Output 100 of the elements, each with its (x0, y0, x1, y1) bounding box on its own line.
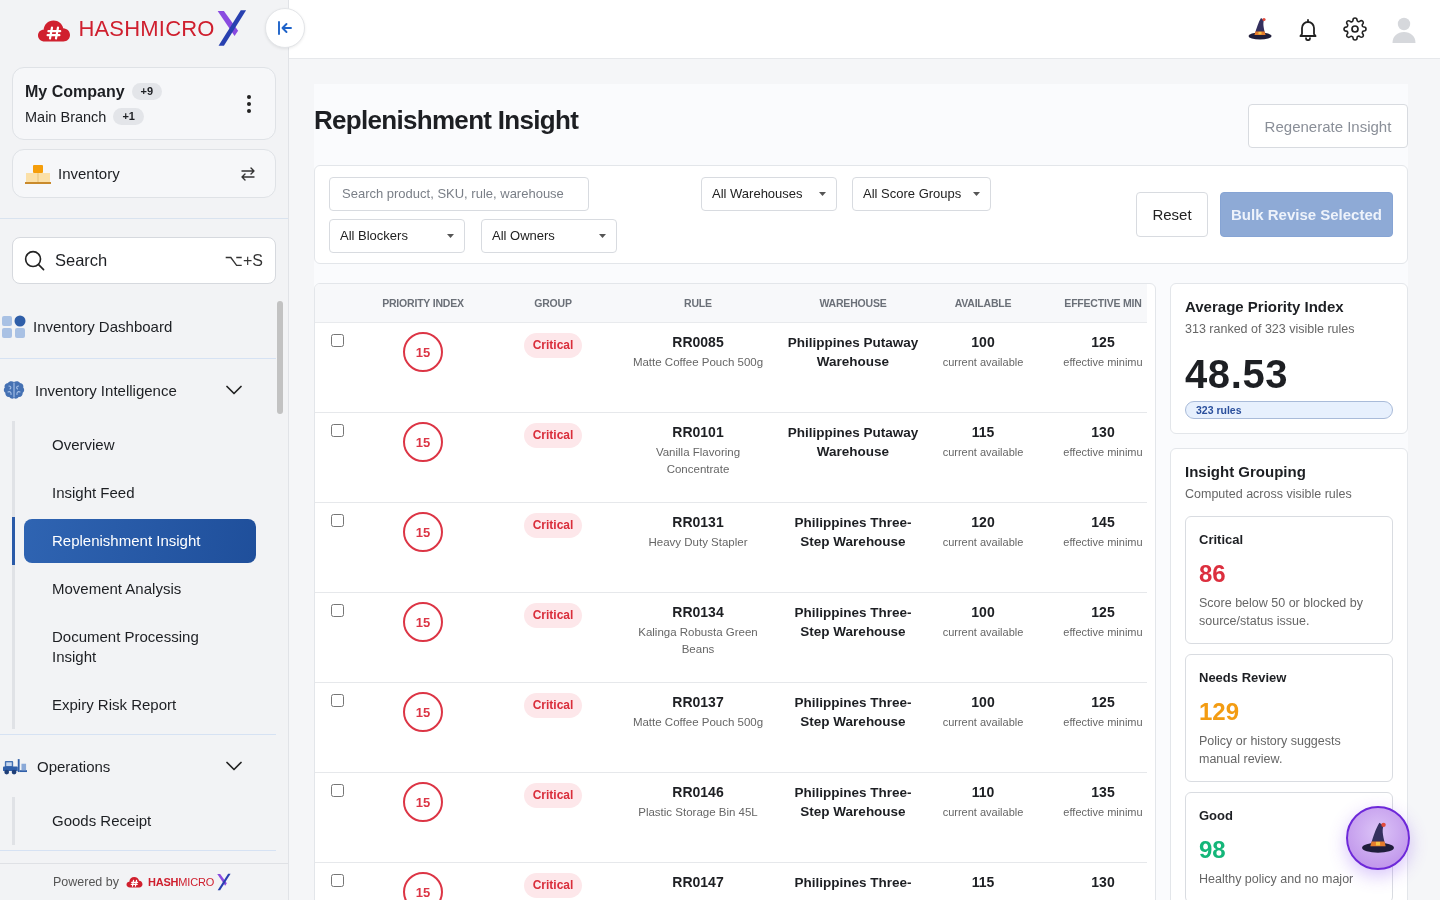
warehouse-name: Philippines Three-Step Warehouse (793, 513, 913, 551)
cloud-logo-icon (37, 18, 72, 42)
company-count-badge: +9 (131, 83, 163, 100)
settings-icon[interactable] (1343, 17, 1367, 41)
group-label: Good (1199, 807, 1233, 825)
quantity-caption: effective minimu (1063, 805, 1143, 820)
group-badge: Critical (523, 603, 583, 628)
chevron-down-icon (226, 761, 242, 771)
card-subtitle: 313 ranked of 323 visible rules (1185, 321, 1355, 338)
nav-subitem[interactable]: Movement Analysis (24, 567, 256, 611)
product-name: Matte Coffee Pouch 500g (632, 355, 764, 370)
wizard-hat-icon (1360, 820, 1396, 856)
product-name: Plastic Storage Bin 45L (638, 805, 758, 820)
x-logo-icon (216, 873, 232, 891)
nav-subitem[interactable]: Replenishment Insight (24, 519, 256, 563)
chevron-down-icon (226, 385, 242, 395)
boxes-icon (25, 163, 51, 184)
filter-dropdown[interactable]: All Score Groups (852, 176, 991, 211)
reset-button[interactable]: Reset (1136, 192, 1208, 237)
brand-name: HASHMICRO (148, 876, 215, 888)
available-quantity: 100 (971, 603, 995, 622)
nav-subitem[interactable]: Overview (24, 423, 256, 467)
column-header: RULE (684, 297, 712, 309)
column-header: GROUP (534, 297, 572, 309)
card-title: Insight Grouping (1185, 462, 1306, 482)
minimum-quantity: 125 (1091, 693, 1115, 712)
column-header: WAREHOUSE (819, 297, 887, 309)
group-badge: Critical (523, 693, 583, 718)
warehouse-name: Philippines Three-Step Warehouse (793, 603, 913, 641)
quantity-caption: effective minimu (1063, 355, 1143, 370)
quantity-caption: current available (942, 355, 1024, 370)
warehouse-name: Philippines Putaway Warehouse (786, 333, 920, 371)
quantity-caption: current available (942, 625, 1024, 640)
group-count: 129 (1199, 697, 1240, 727)
priority-score: 15 (403, 782, 443, 822)
product-name: Heavy Duty Stapler (648, 535, 748, 550)
column-header: EFFECTIVE MIN (1064, 297, 1142, 309)
caret-icon (819, 191, 826, 196)
cloud-logo-icon (126, 876, 143, 888)
collapse-icon (277, 20, 293, 36)
row-checkbox[interactable] (331, 784, 344, 797)
priority-score: 15 (403, 422, 443, 462)
column-header: AVAILABLE (954, 297, 1012, 309)
available-quantity: 100 (971, 693, 995, 712)
group-count: 98 (1199, 835, 1226, 865)
minimum-quantity: 130 (1091, 423, 1115, 442)
group-badge: Critical (523, 873, 583, 898)
quantity-caption: current available (942, 805, 1024, 820)
group-badge: Critical (523, 423, 583, 448)
rule-code: RR0134 (672, 603, 724, 622)
company-name: My Company (25, 81, 125, 102)
group-badge: Critical (523, 333, 583, 358)
quantity-caption: effective minimu (1063, 625, 1143, 640)
module-switcher[interactable]: Inventory (12, 149, 276, 198)
row-checkbox[interactable] (331, 694, 344, 707)
available-quantity: 110 (971, 783, 995, 802)
kebab-menu-icon[interactable] (247, 94, 251, 113)
minimum-quantity: 125 (1091, 333, 1115, 352)
quantity-caption: current available (942, 535, 1024, 550)
scrollbar-thumb[interactable] (277, 301, 283, 414)
row-checkbox[interactable] (331, 334, 344, 347)
search-field[interactable]: Search product, SKU, rule, warehouse (329, 176, 589, 211)
warehouse-name: Philippines Putaway Warehouse (786, 423, 920, 461)
nav-subitem[interactable]: Goods Receipt (24, 799, 256, 843)
product-name: Vanilla Flavoring Concentrate (654, 445, 742, 477)
average-priority-value: 48.53 (1185, 351, 1289, 398)
warehouse-name: Philippines Three- (794, 873, 912, 892)
row-checkbox[interactable] (331, 424, 344, 437)
nav-subitem[interactable]: Expiry Risk Report (24, 683, 256, 727)
row-checkbox[interactable] (331, 604, 344, 617)
available-quantity: 115 (971, 873, 995, 892)
priority-score: 15 (403, 602, 443, 642)
row-checkbox[interactable] (331, 874, 344, 887)
group-badge: Critical (523, 513, 583, 538)
grid-icon (2, 314, 26, 339)
swap-icon (240, 166, 256, 181)
minimum-quantity: 145 (1091, 513, 1115, 532)
rule-code: RR0137 (672, 693, 724, 712)
group-label: Needs Review (1199, 669, 1287, 687)
nav-subitem[interactable]: Document Processing Insight (24, 615, 256, 679)
priority-score: 15 (403, 872, 443, 900)
nav-group[interactable]: Operations (0, 735, 276, 797)
group-description: Policy or history suggests manual review. (1199, 733, 1342, 768)
brand-name: HASHMICRO (78, 16, 215, 42)
filter-dropdown[interactable]: All Blockers (329, 218, 465, 253)
priority-score: 15 (403, 332, 443, 372)
group-badge: Critical (523, 783, 583, 808)
nav-item[interactable]: Inventory Dashboard (0, 295, 276, 359)
filter-dropdown[interactable]: All Owners (481, 218, 617, 253)
available-quantity: 100 (971, 333, 995, 352)
row-checkbox[interactable] (331, 514, 344, 527)
nav-group[interactable]: Inventory Intelligence (0, 359, 276, 421)
rule-code: RR0101 (672, 423, 724, 442)
caret-icon (973, 191, 980, 196)
nav-subitem[interactable]: Insight Feed (24, 471, 256, 515)
minimum-quantity: 135 (1091, 783, 1115, 802)
filter-dropdown[interactable]: All Warehouses (701, 176, 837, 211)
priority-score: 15 (403, 692, 443, 732)
wizard-hat-icon[interactable] (1247, 16, 1273, 42)
quantity-caption: effective minimu (1063, 715, 1143, 730)
